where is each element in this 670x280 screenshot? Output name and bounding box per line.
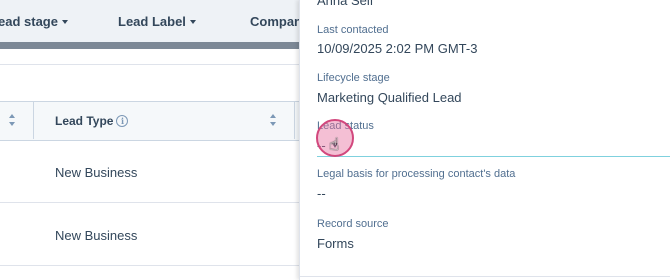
- lifecycle-stage-label: Lifecycle stage: [317, 72, 390, 84]
- last-contacted-value: 10/09/2025 2:02 PM GMT-3: [317, 41, 478, 56]
- record-source-label: Record source: [317, 218, 389, 230]
- table-row[interactable]: New Business: [0, 203, 300, 266]
- filter-lead-label-label: Lead Label: [118, 14, 186, 29]
- contacts-table: ead stage Lead Label Compan Lead Type i N…: [0, 0, 302, 280]
- contact-owner-value: Anna Seif: [317, 0, 374, 8]
- filter-lead-label[interactable]: Lead Label: [118, 14, 196, 29]
- lifecycle-stage-value[interactable]: Marketing Qualified Lead: [317, 90, 462, 105]
- sort-icon[interactable]: [270, 114, 278, 126]
- caret-down-icon: [61, 20, 68, 24]
- panel-divider: [299, 276, 670, 277]
- lead-status-field-underline: [317, 156, 670, 157]
- hand-pointer-icon: ☝: [329, 135, 340, 154]
- filter-company-label: Compan: [250, 14, 302, 29]
- table-row[interactable]: New Business: [0, 140, 300, 203]
- filter-lead-stage-label: ead stage: [0, 14, 58, 29]
- lead-type-cell: New Business: [55, 165, 138, 180]
- column-divider: [33, 101, 34, 139]
- divider: [0, 64, 300, 65]
- filter-bar: ead stage Lead Label Compan: [0, 0, 302, 42]
- filter-company[interactable]: Compan: [250, 14, 302, 29]
- info-icon[interactable]: i: [116, 115, 129, 127]
- horizontal-scrollbar[interactable]: [0, 42, 300, 49]
- sort-icon[interactable]: [9, 114, 17, 126]
- record-source-value: Forms: [317, 236, 354, 251]
- caret-down-icon: [189, 20, 196, 24]
- column-header-lead-type[interactable]: Lead Type i: [55, 114, 129, 128]
- contact-details-panel: Anna Seif Last contacted 10/09/2025 2:02…: [299, 0, 670, 280]
- legal-basis-value[interactable]: --: [317, 186, 326, 201]
- lead-type-cell: New Business: [55, 228, 138, 243]
- column-header-label: Lead Type: [55, 114, 114, 128]
- table-header-row: [0, 101, 300, 141]
- column-divider: [294, 101, 295, 139]
- legal-basis-label: Legal basis for processing contact's dat…: [317, 168, 516, 180]
- filter-lead-stage[interactable]: ead stage: [0, 14, 68, 29]
- last-contacted-label: Last contacted: [317, 24, 389, 36]
